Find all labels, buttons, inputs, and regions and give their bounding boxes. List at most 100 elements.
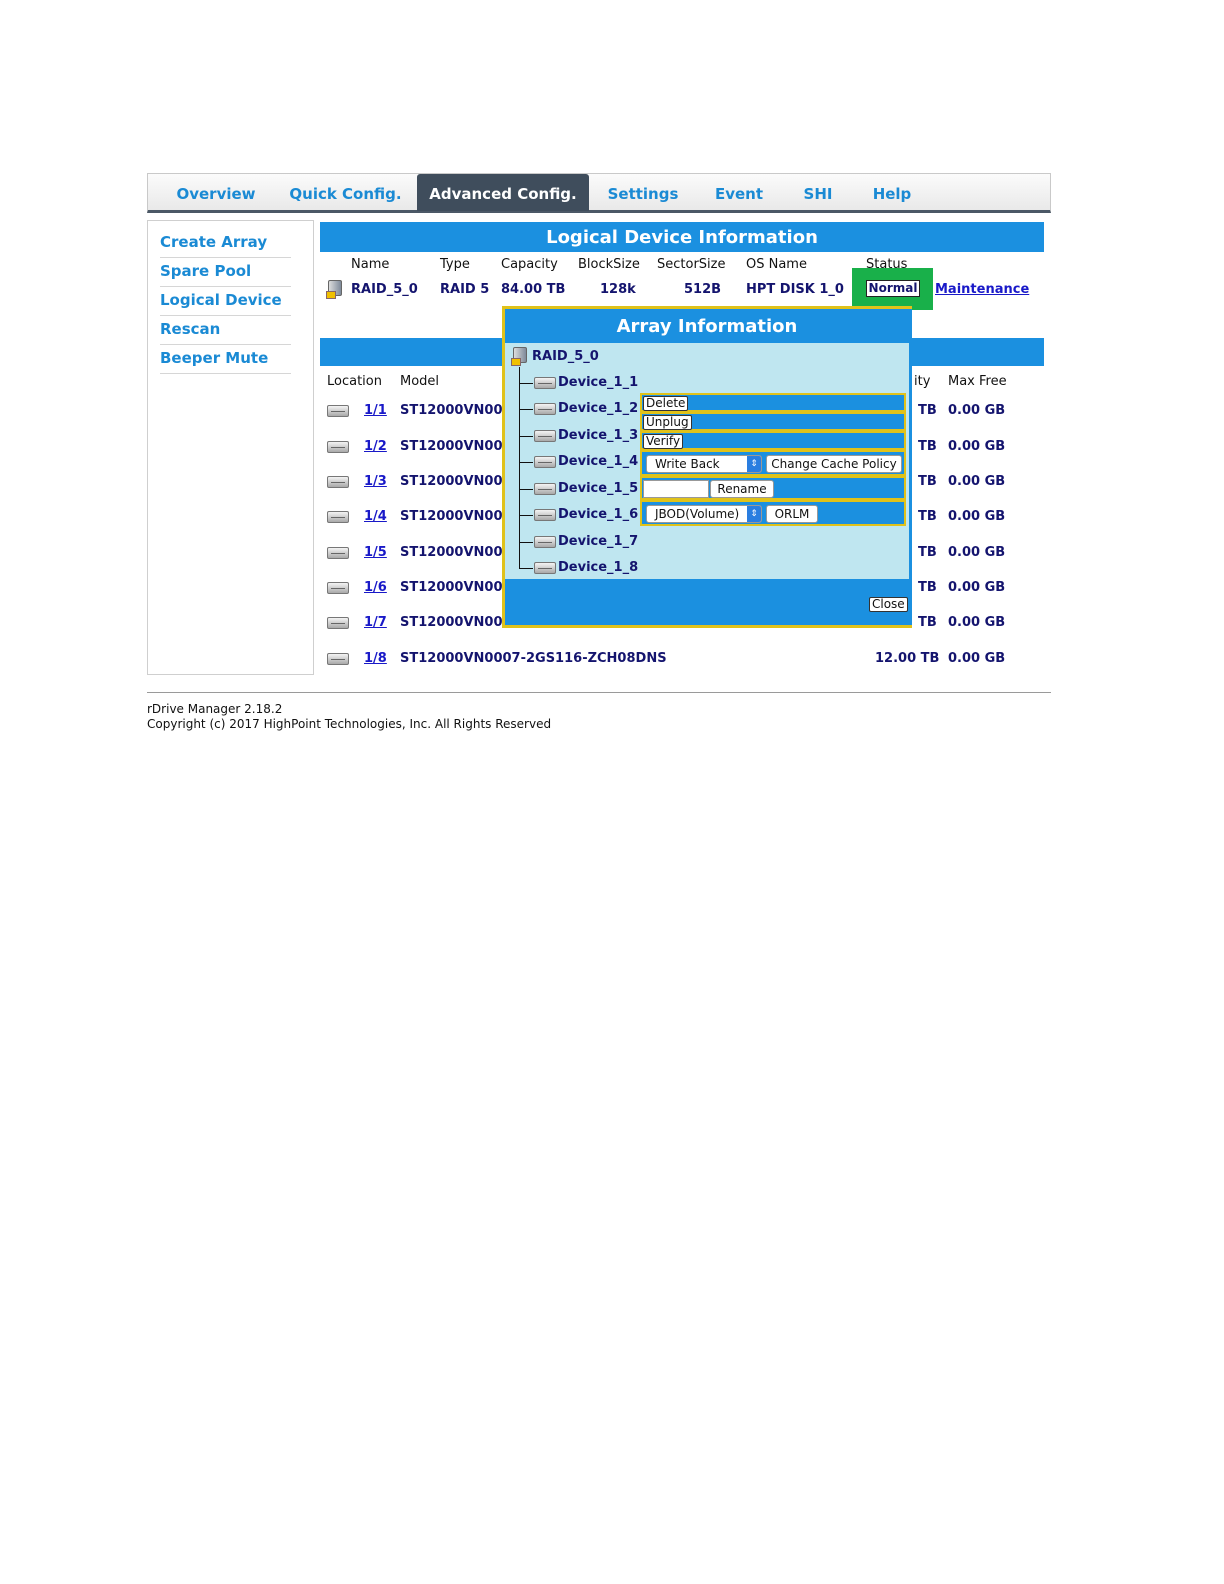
orlm-button[interactable]: ORLM [766,505,818,523]
disk-model: ST12000VN000 [400,615,512,630]
header-type: Type [440,257,470,272]
unplug-button[interactable]: Unplug [643,415,692,430]
header-sectorsize: SectorSize [657,257,726,272]
close-button[interactable]: Close [869,597,908,612]
ld-sectorsize: 512B [684,282,722,297]
change-cache-policy-button[interactable]: Change Cache Policy [766,455,902,473]
disk-icon [534,509,556,521]
disk-icon [327,511,349,523]
tree-device-label[interactable]: Device_1_6 [558,507,638,522]
disk-icon [327,547,349,559]
disk-icon [534,562,556,574]
disk-icon [327,476,349,488]
tree-connector [519,462,533,463]
rename-input[interactable] [643,480,709,498]
location-link[interactable]: 1/8 [364,651,387,666]
disk-capacity: TB [918,580,937,595]
disk-max-free: 0.00 GB [948,580,1006,595]
disk-max-free: 0.00 GB [948,509,1006,524]
disk-icon [327,441,349,453]
tree-device-label[interactable]: Device_1_2 [558,401,638,416]
popup-title: Array Information [505,309,909,343]
select-arrow-icon: ⇕ [747,456,761,472]
location-link[interactable]: 1/3 [364,474,387,489]
disk-icon [534,536,556,548]
delete-button[interactable]: Delete [643,396,689,411]
ld-capacity: 84.00 TB [501,282,566,297]
location-link[interactable]: 1/6 [364,580,387,595]
footer-version: rDrive Manager 2.18.2 [147,702,283,716]
menu-row-orlm: JBOD(Volume) ⇕ ORLM [640,500,906,526]
footer-divider [147,692,1051,693]
sidebar-item-beeper-mute[interactable]: Beeper Mute [160,345,291,374]
disk-max-free: 0.00 GB [948,403,1006,418]
tree-connector [519,383,533,384]
menu-row-rename: Rename [640,476,906,500]
array-icon [511,347,527,366]
tab-advanced-config[interactable]: Advanced Config. [417,174,589,211]
tree-connector [519,367,520,569]
header-capacity: Capacity [501,257,558,272]
maintenance-link[interactable]: Maintenance [935,282,1029,297]
disk-capacity: TB [918,403,937,418]
tab-event[interactable]: Event [704,174,774,211]
disk-capacity: TB [918,439,937,454]
tree-connector [519,489,533,490]
disk-max-free: 0.00 GB [948,545,1006,560]
location-link[interactable]: 1/4 [364,509,387,524]
tab-help[interactable]: Help [860,174,924,211]
sidebar-item-logical-device[interactable]: Logical Device [160,287,291,316]
disk-capacity: TB [918,615,937,630]
select-arrow-icon: ⇕ [747,506,761,522]
tree-device-label[interactable]: Device_1_5 [558,481,638,496]
sidebar-item-create-array[interactable]: Create Array [160,229,291,258]
rename-button[interactable]: Rename [710,480,774,498]
ld-name[interactable]: RAID_5_0 [351,282,418,297]
cache-policy-select[interactable]: Write Back ⇕ [646,455,762,473]
disk-max-free: 0.00 GB [948,615,1006,630]
tab-overview[interactable]: Overview [162,174,270,211]
disk-max-free: 0.00 GB [948,439,1006,454]
header-os-name: OS Name [746,257,807,272]
top-nav: Overview Quick Config. Advanced Config. … [147,173,1051,213]
logical-device-title: Logical Device Information [320,222,1044,252]
header-blocksize: BlockSize [578,257,640,272]
location-link[interactable]: 1/2 [364,439,387,454]
disk-model: ST12000VN000 [400,474,512,489]
disk-icon [327,405,349,417]
ld-type: RAID 5 [440,282,490,297]
verify-button[interactable]: Verify [643,434,684,449]
tab-quick-config[interactable]: Quick Config. [283,174,408,211]
tab-settings[interactable]: Settings [598,174,688,211]
tab-shi[interactable]: SHI [788,174,848,211]
location-link[interactable]: 1/7 [364,615,387,630]
tree-device-label[interactable]: Device_1_3 [558,428,638,443]
location-link[interactable]: 1/5 [364,545,387,560]
sidebar-item-spare-pool[interactable]: Spare Pool [160,258,291,287]
location-link[interactable]: 1/1 [364,403,387,418]
disk-capacity: TB [918,545,937,560]
tree-connector [519,409,533,410]
tree-root-label[interactable]: RAID_5_0 [532,349,599,364]
disk-capacity: 12.00 TB [875,651,940,666]
disk-max-free: 0.00 GB [948,474,1006,489]
header-location: Location [327,374,382,389]
tree-device-label[interactable]: Device_1_7 [558,534,638,549]
sidebar-item-rescan[interactable]: Rescan [160,316,291,345]
popup-footer [505,579,909,625]
cache-policy-value: Write Back [655,457,720,471]
sidebar: Create Array Spare Pool Logical Device R… [147,220,314,675]
tree-device-label[interactable]: Device_1_4 [558,454,638,469]
tree-device-label[interactable]: Device_1_8 [558,560,638,575]
tree-connector [519,436,533,437]
disk-model: ST12000VN000 [400,403,512,418]
header-max-free: Max Free [948,374,1007,389]
disk-icon [534,483,556,495]
tree-device-label[interactable]: Device_1_1 [558,375,638,390]
header-model: Model [400,374,440,389]
disk-icon [534,430,556,442]
tree-connector [519,515,533,516]
disk-capacity: TB [918,509,937,524]
array-type-select[interactable]: JBOD(Volume) ⇕ [646,505,762,523]
array-icon [326,280,342,299]
